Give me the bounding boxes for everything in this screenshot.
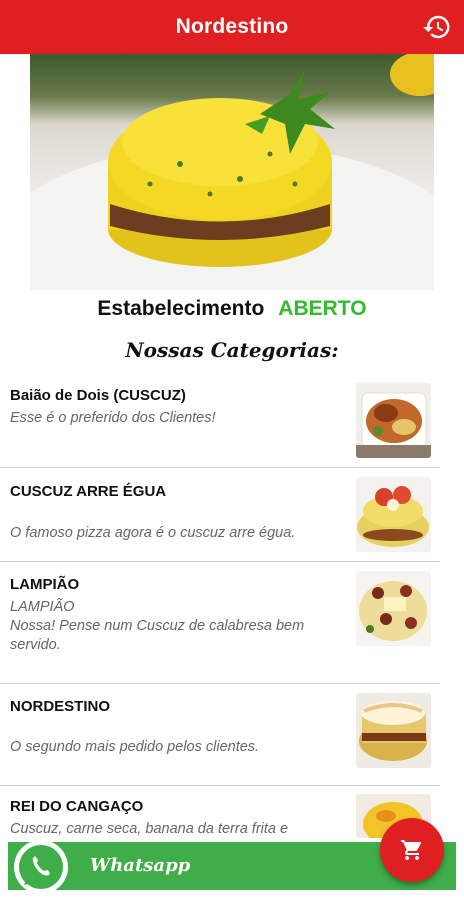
item-image — [356, 477, 431, 552]
item-name: CUSCUZ ARRE ÉGUA — [10, 483, 167, 500]
item-description: O famoso pizza agora é o cuscuz arre égu… — [10, 525, 296, 541]
hero-image — [30, 54, 434, 290]
category-list: Baião de Dois (CUSCUZ) Esse é o preferid… — [0, 374, 440, 866]
history-icon — [423, 15, 450, 39]
item-image — [356, 571, 431, 646]
item-image — [356, 383, 431, 458]
item-description: Cuscuz, carne seca, banana da terra frit… — [10, 821, 289, 837]
app-bar: Nordestino — [0, 0, 464, 54]
list-item[interactable]: LAMPIÃO LAMPIÃO Nossa! Pense num Cuscuz … — [0, 562, 440, 684]
item-description: Esse é o preferido dos Clientes! — [10, 410, 216, 426]
item-description: Nossa! Pense num Cuscuz de calabresa bem… — [10, 618, 305, 653]
item-subtitle: LAMPIÃO — [10, 599, 75, 615]
list-item[interactable]: Baião de Dois (CUSCUZ) Esse é o preferid… — [0, 374, 440, 468]
item-description: O segundo mais pedido pelos clientes. — [10, 739, 260, 755]
cart-icon — [401, 840, 422, 860]
item-image — [356, 693, 431, 768]
item-name: Baião de Dois (CUSCUZ) — [10, 387, 186, 404]
whatsapp-label: Whatsapp — [90, 855, 191, 876]
item-name: LAMPIÃO — [10, 576, 80, 593]
section-title: Nossas Categorias: — [125, 338, 339, 362]
app-title: Nordestino — [175, 15, 289, 38]
item-name: REI DO CANGAÇO — [10, 798, 144, 815]
list-item[interactable]: NORDESTINO O segundo mais pedido pelos c… — [0, 684, 440, 786]
cart-button[interactable] — [380, 818, 444, 882]
whatsapp-icon — [14, 840, 68, 894]
status-value: ABERTO — [278, 297, 367, 320]
list-item[interactable]: CUSCUZ ARRE ÉGUA O famoso pizza agora é … — [0, 468, 440, 562]
establishment-status: Estabelecimento ABERTO — [0, 297, 464, 321]
item-name: NORDESTINO — [10, 698, 111, 715]
status-label: Estabelecimento — [97, 297, 265, 320]
history-button[interactable] — [420, 10, 454, 44]
